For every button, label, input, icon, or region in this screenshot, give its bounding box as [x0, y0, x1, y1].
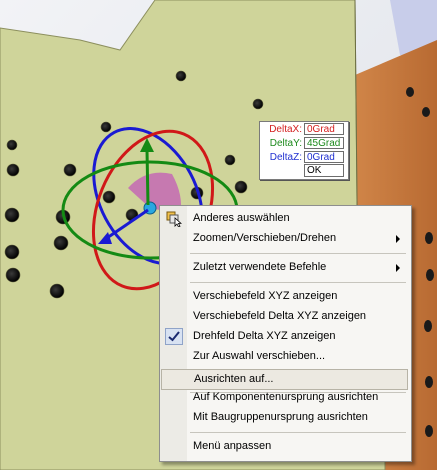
- menu-item-label: Auf Komponentenursprung ausrichten: [193, 391, 379, 403]
- menu-item-label: Verschiebefeld Delta XYZ anzeigen: [193, 310, 367, 322]
- menu-item-label: Zur Auswahl verschieben...: [193, 350, 326, 362]
- menu-item-label: Menü anpassen: [193, 440, 272, 452]
- delta-y-input[interactable]: 45Grad: [304, 137, 344, 149]
- context-menu: Anderes auswählen Zoomen/Verschieben/Dre…: [159, 205, 412, 462]
- checkmark-icon: [165, 328, 183, 345]
- menu-item-align-to[interactable]: Ausrichten auf...: [161, 369, 408, 390]
- menu-item-show-rotate-delta-xyz[interactable]: Drehfeld Delta XYZ anzeigen: [161, 327, 408, 347]
- menu-separator: [190, 282, 406, 283]
- menu-item-label: Zuletzt verwendete Befehle: [193, 261, 327, 273]
- menu-item-label: Drehfeld Delta XYZ anzeigen: [193, 330, 336, 342]
- menu-item-label: Zoomen/Verschieben/Drehen: [193, 232, 337, 244]
- menu-item-select-other[interactable]: Anderes auswählen: [161, 209, 408, 229]
- submenu-arrow-icon: [396, 264, 400, 272]
- menu-item-align-component-origin[interactable]: Auf Komponentenursprung ausrichten: [161, 388, 408, 408]
- menu-item-zoom-pan-rotate[interactable]: Zoomen/Verschieben/Drehen: [161, 229, 408, 249]
- menu-item-move-to-selection[interactable]: Zur Auswahl verschieben...: [161, 347, 408, 367]
- delta-y-row: DeltaY: 45Grad: [260, 137, 348, 150]
- delta-z-row: DeltaZ: 0Grad: [260, 151, 348, 164]
- menu-item-customize-menu[interactable]: Menü anpassen: [161, 437, 408, 457]
- menu-item-show-move-xyz[interactable]: Verschiebefeld XYZ anzeigen: [161, 287, 408, 307]
- delta-x-row: DeltaX: 0Grad: [260, 123, 348, 136]
- menu-item-label: Mit Baugruppenursprung ausrichten: [193, 411, 368, 423]
- select-other-icon: [166, 211, 182, 227]
- menu-item-label: Verschiebefeld XYZ anzeigen: [193, 290, 338, 302]
- menu-separator: [190, 253, 406, 254]
- delta-y-label: DeltaY:: [269, 138, 302, 149]
- menu-item-label: Anderes auswählen: [193, 212, 290, 224]
- delta-x-input[interactable]: 0Grad: [304, 123, 344, 135]
- menu-item-align-assembly-origin[interactable]: Mit Baugruppenursprung ausrichten: [161, 408, 408, 428]
- delta-rotate-dialog: DeltaX: 0Grad DeltaY: 45Grad DeltaZ: 0Gr…: [259, 121, 349, 180]
- delta-z-label: DeltaZ:: [269, 152, 302, 163]
- ok-button[interactable]: OK: [304, 164, 344, 177]
- submenu-arrow-icon: [396, 235, 400, 243]
- delta-x-label: DeltaX:: [269, 124, 302, 135]
- menu-item-show-move-delta-xyz[interactable]: Verschiebefeld Delta XYZ anzeigen: [161, 307, 408, 327]
- menu-item-recent-commands[interactable]: Zuletzt verwendete Befehle: [161, 258, 408, 278]
- delta-z-input[interactable]: 0Grad: [304, 151, 344, 163]
- menu-item-label: Ausrichten auf...: [194, 373, 274, 385]
- axis-y-arrow[interactable]: [145, 149, 150, 206]
- menu-separator: [190, 432, 406, 433]
